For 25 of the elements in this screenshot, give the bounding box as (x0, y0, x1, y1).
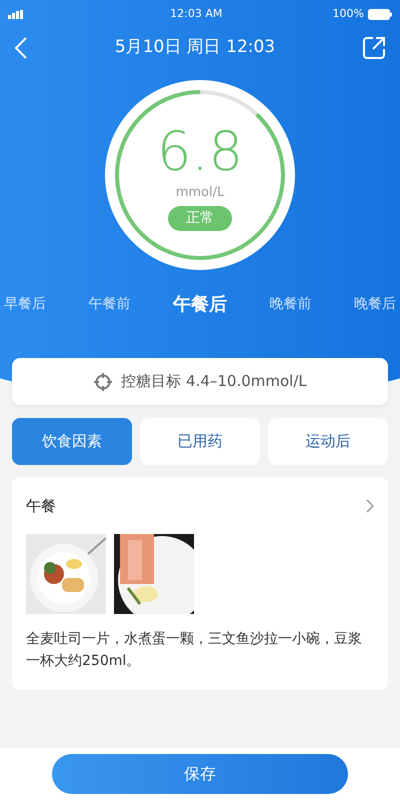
factor-button[interactable]: 运动后 (268, 418, 388, 465)
meal-title: 午餐 (26, 496, 56, 517)
period-tab[interactable]: 午餐前 (88, 294, 130, 314)
chevron-right-icon (366, 499, 374, 514)
period-tab[interactable]: 早餐后 (4, 294, 46, 314)
signal-icon (8, 10, 24, 18)
period-tab[interactable]: 晚餐后 (354, 294, 396, 314)
status-time: 12:03 AM (170, 6, 222, 22)
nav-title: 5月10日 周日 12:03 (114, 36, 276, 60)
status-tag: 正常 (168, 206, 232, 232)
meal-card[interactable]: 午餐 全麦吐司一片，水煮蛋一颗，三文鱼沙拉一小碗，豆浆一杯大约250ml。 (12, 477, 388, 690)
target-text: 控糖目标 4.4–10.0mmol/L (121, 371, 307, 392)
factor-button[interactable]: 饮食因素 (12, 418, 132, 465)
factor-button[interactable]: 已用药 (140, 418, 260, 465)
share-icon[interactable] (362, 36, 386, 60)
glucose-unit: mmol/L (176, 184, 224, 202)
save-button[interactable]: 保存 (52, 754, 348, 794)
crosshair-icon (93, 372, 114, 392)
battery-icon (368, 8, 392, 20)
period-tab[interactable]: 午餐后 (173, 290, 227, 318)
glucose-value: 6.8 (157, 124, 243, 179)
meal-description: 全麦吐司一片，水煮蛋一颗，三文鱼沙拉一小碗，豆浆一杯大约250ml。 (26, 630, 363, 671)
period-tab[interactable]: 晚餐前 (270, 294, 312, 314)
battery-percent: 100% (332, 6, 364, 22)
back-icon[interactable] (14, 36, 28, 60)
